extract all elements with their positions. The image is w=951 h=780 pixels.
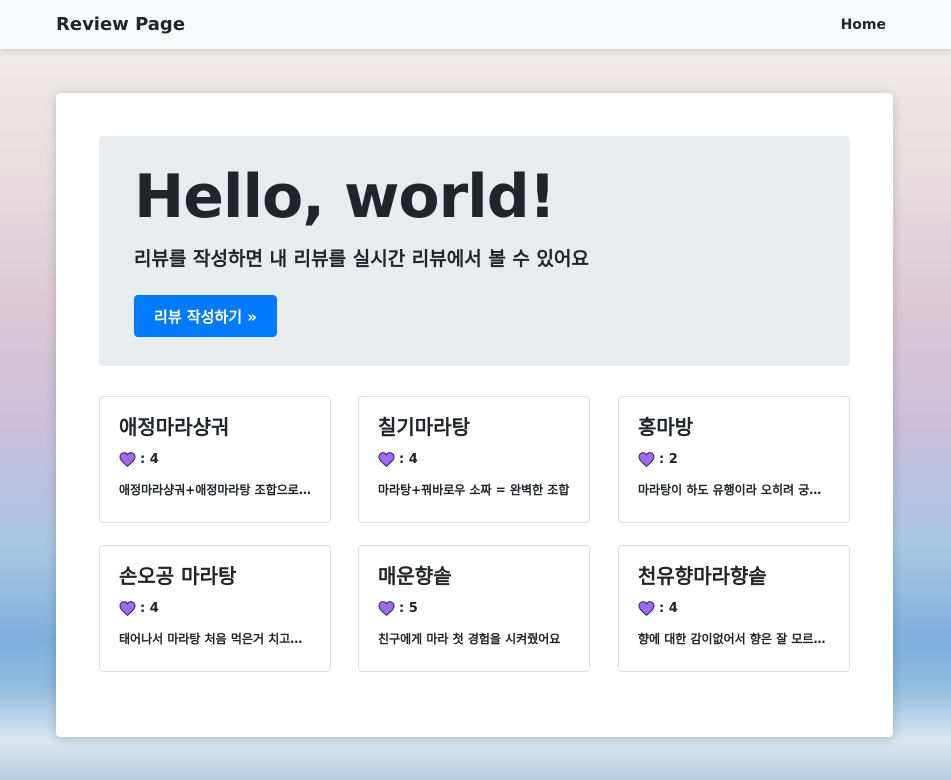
card-title: 매운향솥 xyxy=(378,564,452,588)
review-card[interactable]: 칠기마라탕 : 4 마라탕+꿔바로우 소짜 = 완벽한 조합 xyxy=(358,396,590,523)
card-excerpt: 향에 대한 감이없어서 향은 잘 모르겠어요 xyxy=(638,632,832,646)
brand-link[interactable]: Review Page xyxy=(56,14,185,35)
navbar: Review Page Home xyxy=(0,0,951,49)
heart-icon xyxy=(638,452,655,467)
heart-icon xyxy=(119,601,136,616)
card-excerpt: 마라탕+꿔바로우 소짜 = 완벽한 조합 xyxy=(378,483,570,497)
heart-icon xyxy=(378,452,395,467)
likes-row: : 5 xyxy=(378,601,570,616)
heart-icon xyxy=(638,601,655,616)
card-title: 손오공 마라탕 xyxy=(119,564,237,588)
review-card[interactable]: 홍마방 : 2 마라탕이 하도 유행이라 오히려 궁금했어요 xyxy=(618,396,850,523)
card-title: 칠기마라탕 xyxy=(378,415,470,439)
likes-row: : 4 xyxy=(119,601,311,616)
main-container: Hello, world! 리뷰를 작성하면 내 리뷰를 실시간 리뷰에서 볼 … xyxy=(56,93,893,737)
review-card[interactable]: 천유향마라향솥 : 4 향에 대한 감이없어서 향은 잘 모르겠어요 xyxy=(618,545,850,672)
heart-icon xyxy=(378,601,395,616)
likes-count: : 5 xyxy=(399,601,418,616)
likes-row: : 4 xyxy=(119,452,311,467)
hero-subtitle: 리뷰를 작성하면 내 리뷰를 실시간 리뷰에서 볼 수 있어요 xyxy=(134,248,589,270)
review-card[interactable]: 매운향솥 : 5 친구에게 마라 첫 경험을 시켜줬어요 xyxy=(358,545,590,672)
likes-row: : 4 xyxy=(638,601,830,616)
likes-row: : 2 xyxy=(638,452,830,467)
likes-row: : 4 xyxy=(378,452,570,467)
home-link[interactable]: Home xyxy=(841,17,886,33)
card-excerpt: 마라탕이 하도 유행이라 오히려 궁금했어요 xyxy=(638,483,832,497)
likes-count: : 2 xyxy=(659,452,678,467)
heart-icon xyxy=(119,452,136,467)
hero-jumbotron: Hello, world! 리뷰를 작성하면 내 리뷰를 실시간 리뷰에서 볼 … xyxy=(99,136,850,366)
hero-title: Hello, world! xyxy=(134,162,556,232)
card-title: 홍마방 xyxy=(638,415,694,439)
write-review-button[interactable]: 리뷰 작성하기 » xyxy=(134,295,277,337)
likes-count: : 4 xyxy=(659,601,678,616)
card-excerpt: 태어나서 마라탕 처음 먹은거 치고는 괜찮아요 xyxy=(119,632,313,646)
card-title: 천유향마라향솥 xyxy=(638,564,767,588)
likes-count: : 4 xyxy=(399,452,418,467)
review-card[interactable]: 손오공 마라탕 : 4 태어나서 마라탕 처음 먹은거 치고는 괜찮아요 xyxy=(99,545,331,672)
likes-count: : 4 xyxy=(140,452,159,467)
card-excerpt: 친구에게 마라 첫 경험을 시켜줬어요 xyxy=(378,632,561,646)
review-card[interactable]: 애정마라샹궈 : 4 애정마라샹궈+애정마라탕 조합으로 먹었어요 xyxy=(99,396,331,523)
card-excerpt: 애정마라샹궈+애정마라탕 조합으로 먹었어요 xyxy=(119,483,313,497)
likes-count: : 4 xyxy=(140,601,159,616)
card-title: 애정마라샹궈 xyxy=(119,415,230,439)
